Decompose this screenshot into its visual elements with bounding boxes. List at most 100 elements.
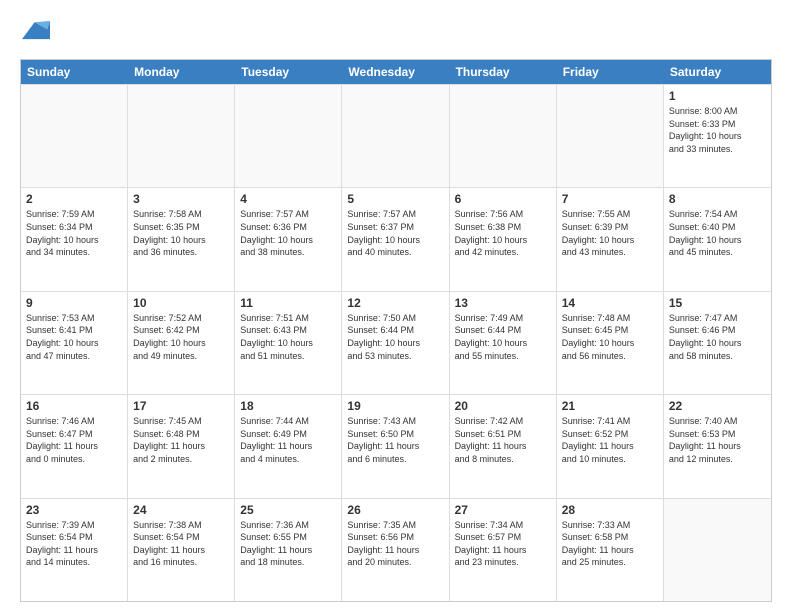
header-day-thursday: Thursday: [450, 60, 557, 84]
day-info: Sunrise: 7:46 AM Sunset: 6:47 PM Dayligh…: [26, 415, 122, 465]
day-info: Sunrise: 7:48 AM Sunset: 6:45 PM Dayligh…: [562, 312, 658, 362]
day-number: 6: [455, 192, 551, 206]
day-number: 21: [562, 399, 658, 413]
header-day-saturday: Saturday: [664, 60, 771, 84]
cal-cell: 24Sunrise: 7:38 AM Sunset: 6:54 PM Dayli…: [128, 499, 235, 601]
day-number: 16: [26, 399, 122, 413]
cal-cell: 21 Sunrise: 7:41 AM Sunset: 6:52 PM Dayli…: [557, 395, 664, 497]
day-number: 23: [26, 503, 122, 517]
day-number: 20: [455, 399, 551, 413]
day-info: Sunrise: 7:51 AM Sunset: 6:43 PM Dayligh…: [240, 312, 336, 362]
day-info: Sunrise: 7:55 AM Sunset: 6:39 PM Dayligh…: [562, 208, 658, 258]
day-number: 12: [347, 296, 443, 310]
cal-cell: 10 Sunrise: 7:52 AM Sunset: 6:42 PM Dayli…: [128, 292, 235, 394]
cal-cell: 25 Sunrise: 7:36 AM Sunset: 6:55 PM Dayli…: [235, 499, 342, 601]
day-number: 3: [133, 192, 229, 206]
day-number: 9: [26, 296, 122, 310]
cal-cell: 5 Sunrise: 7:57 AM Sunset: 6:37 PM Daylig…: [342, 188, 449, 290]
day-number: 11: [240, 296, 336, 310]
day-info: Sunrise: 7:49 AM Sunset: 6:44 PM Dayligh…: [455, 312, 551, 362]
day-info: Sunrise: 7:57 AM Sunset: 6:36 PM Dayligh…: [240, 208, 336, 258]
cal-cell: 4 Sunrise: 7:57 AM Sunset: 6:36 PM Daylig…: [235, 188, 342, 290]
week-row-3: 9 Sunrise: 7:53 AM Sunset: 6:41 PM Daylig…: [21, 291, 771, 394]
header-day-sunday: Sunday: [21, 60, 128, 84]
day-number: 4: [240, 192, 336, 206]
cal-cell: 2 Sunrise: 7:59 AM Sunset: 6:34 PM Daylig…: [21, 188, 128, 290]
cal-cell: 14 Sunrise: 7:48 AM Sunset: 6:45 PM Dayli…: [557, 292, 664, 394]
day-info: Sunrise: 7:42 AM Sunset: 6:51 PM Dayligh…: [455, 415, 551, 465]
day-number: 2: [26, 192, 122, 206]
day-info: Sunrise: 7:45 AM Sunset: 6:48 PM Dayligh…: [133, 415, 229, 465]
day-number: 1: [669, 89, 766, 103]
day-info: Sunrise: 7:35 AM Sunset: 6:56 PM Dayligh…: [347, 519, 443, 569]
header-day-tuesday: Tuesday: [235, 60, 342, 84]
day-info: Sunrise: 7:40 AM Sunset: 6:53 PM Dayligh…: [669, 415, 766, 465]
day-info: Sunrise: 7:54 AM Sunset: 6:40 PM Dayligh…: [669, 208, 766, 258]
day-number: 19: [347, 399, 443, 413]
cal-cell: [235, 85, 342, 187]
day-info: Sunrise: 7:59 AM Sunset: 6:34 PM Dayligh…: [26, 208, 122, 258]
day-number: 28: [562, 503, 658, 517]
day-number: 18: [240, 399, 336, 413]
day-info: Sunrise: 7:44 AM Sunset: 6:49 PM Dayligh…: [240, 415, 336, 465]
week-row-4: 16 Sunrise: 7:46 AM Sunset: 6:47 PM Dayli…: [21, 394, 771, 497]
cal-cell: 12Sunrise: 7:50 AM Sunset: 6:44 PM Dayli…: [342, 292, 449, 394]
day-info: Sunrise: 8:00 AM Sunset: 6:33 PM Dayligh…: [669, 105, 766, 155]
cal-cell: [128, 85, 235, 187]
cal-cell: 7 Sunrise: 7:55 AM Sunset: 6:39 PM Daylig…: [557, 188, 664, 290]
week-row-2: 2 Sunrise: 7:59 AM Sunset: 6:34 PM Daylig…: [21, 187, 771, 290]
day-number: 27: [455, 503, 551, 517]
day-info: Sunrise: 7:57 AM Sunset: 6:37 PM Dayligh…: [347, 208, 443, 258]
cal-cell: 17 Sunrise: 7:45 AM Sunset: 6:48 PM Dayli…: [128, 395, 235, 497]
cal-cell: 23 Sunrise: 7:39 AM Sunset: 6:54 PM Dayli…: [21, 499, 128, 601]
day-number: 25: [240, 503, 336, 517]
header-day-friday: Friday: [557, 60, 664, 84]
cal-cell: 3 Sunrise: 7:58 AM Sunset: 6:35 PM Daylig…: [128, 188, 235, 290]
cal-cell: 27 Sunrise: 7:34 AM Sunset: 6:57 PM Dayli…: [450, 499, 557, 601]
calendar-body: 1 Sunrise: 8:00 AM Sunset: 6:33 PM Daylig…: [21, 84, 771, 601]
cal-cell: 6 Sunrise: 7:56 AM Sunset: 6:38 PM Daylig…: [450, 188, 557, 290]
cal-cell: 22 Sunrise: 7:40 AM Sunset: 6:53 PM Dayli…: [664, 395, 771, 497]
day-info: Sunrise: 7:36 AM Sunset: 6:55 PM Dayligh…: [240, 519, 336, 569]
day-number: 7: [562, 192, 658, 206]
day-number: 8: [669, 192, 766, 206]
cal-cell: 9 Sunrise: 7:53 AM Sunset: 6:41 PM Daylig…: [21, 292, 128, 394]
cal-cell: 15Sunrise: 7:47 AM Sunset: 6:46 PM Dayli…: [664, 292, 771, 394]
week-row-1: 1 Sunrise: 8:00 AM Sunset: 6:33 PM Daylig…: [21, 84, 771, 187]
day-number: 22: [669, 399, 766, 413]
day-number: 17: [133, 399, 229, 413]
day-number: 10: [133, 296, 229, 310]
cal-cell: 28 Sunrise: 7:33 AM Sunset: 6:58 PM Dayli…: [557, 499, 664, 601]
logo: [20, 16, 50, 49]
cal-cell: [450, 85, 557, 187]
cal-cell: [557, 85, 664, 187]
cal-cell: [342, 85, 449, 187]
day-info: Sunrise: 7:41 AM Sunset: 6:52 PM Dayligh…: [562, 415, 658, 465]
cal-cell: 11 Sunrise: 7:51 AM Sunset: 6:43 PM Dayli…: [235, 292, 342, 394]
cal-cell: 8 Sunrise: 7:54 AM Sunset: 6:40 PM Daylig…: [664, 188, 771, 290]
day-number: 5: [347, 192, 443, 206]
day-info: Sunrise: 7:38 AM Sunset: 6:54 PM Dayligh…: [133, 519, 229, 569]
cal-cell: 16 Sunrise: 7:46 AM Sunset: 6:47 PM Dayli…: [21, 395, 128, 497]
calendar: SundayMondayTuesdayWednesdayThursdayFrid…: [20, 59, 772, 602]
cal-cell: 13 Sunrise: 7:49 AM Sunset: 6:44 PM Dayli…: [450, 292, 557, 394]
cal-cell: 20 Sunrise: 7:42 AM Sunset: 6:51 PM Dayli…: [450, 395, 557, 497]
day-number: 13: [455, 296, 551, 310]
day-info: Sunrise: 7:56 AM Sunset: 6:38 PM Dayligh…: [455, 208, 551, 258]
day-number: 14: [562, 296, 658, 310]
day-info: Sunrise: 7:34 AM Sunset: 6:57 PM Dayligh…: [455, 519, 551, 569]
cal-cell: 26 Sunrise: 7:35 AM Sunset: 6:56 PM Dayli…: [342, 499, 449, 601]
day-info: Sunrise: 7:39 AM Sunset: 6:54 PM Dayligh…: [26, 519, 122, 569]
cal-cell: 18 Sunrise: 7:44 AM Sunset: 6:49 PM Dayli…: [235, 395, 342, 497]
day-info: Sunrise: 7:58 AM Sunset: 6:35 PM Dayligh…: [133, 208, 229, 258]
page: SundayMondayTuesdayWednesdayThursdayFrid…: [0, 0, 792, 612]
day-info: Sunrise: 7:52 AM Sunset: 6:42 PM Dayligh…: [133, 312, 229, 362]
cal-cell: [664, 499, 771, 601]
day-info: Sunrise: 7:53 AM Sunset: 6:41 PM Dayligh…: [26, 312, 122, 362]
day-info: Sunrise: 7:47 AM Sunset: 6:46 PM Dayligh…: [669, 312, 766, 362]
header: [20, 16, 772, 49]
header-day-wednesday: Wednesday: [342, 60, 449, 84]
day-info: Sunrise: 7:33 AM Sunset: 6:58 PM Dayligh…: [562, 519, 658, 569]
header-day-monday: Monday: [128, 60, 235, 84]
day-number: 26: [347, 503, 443, 517]
